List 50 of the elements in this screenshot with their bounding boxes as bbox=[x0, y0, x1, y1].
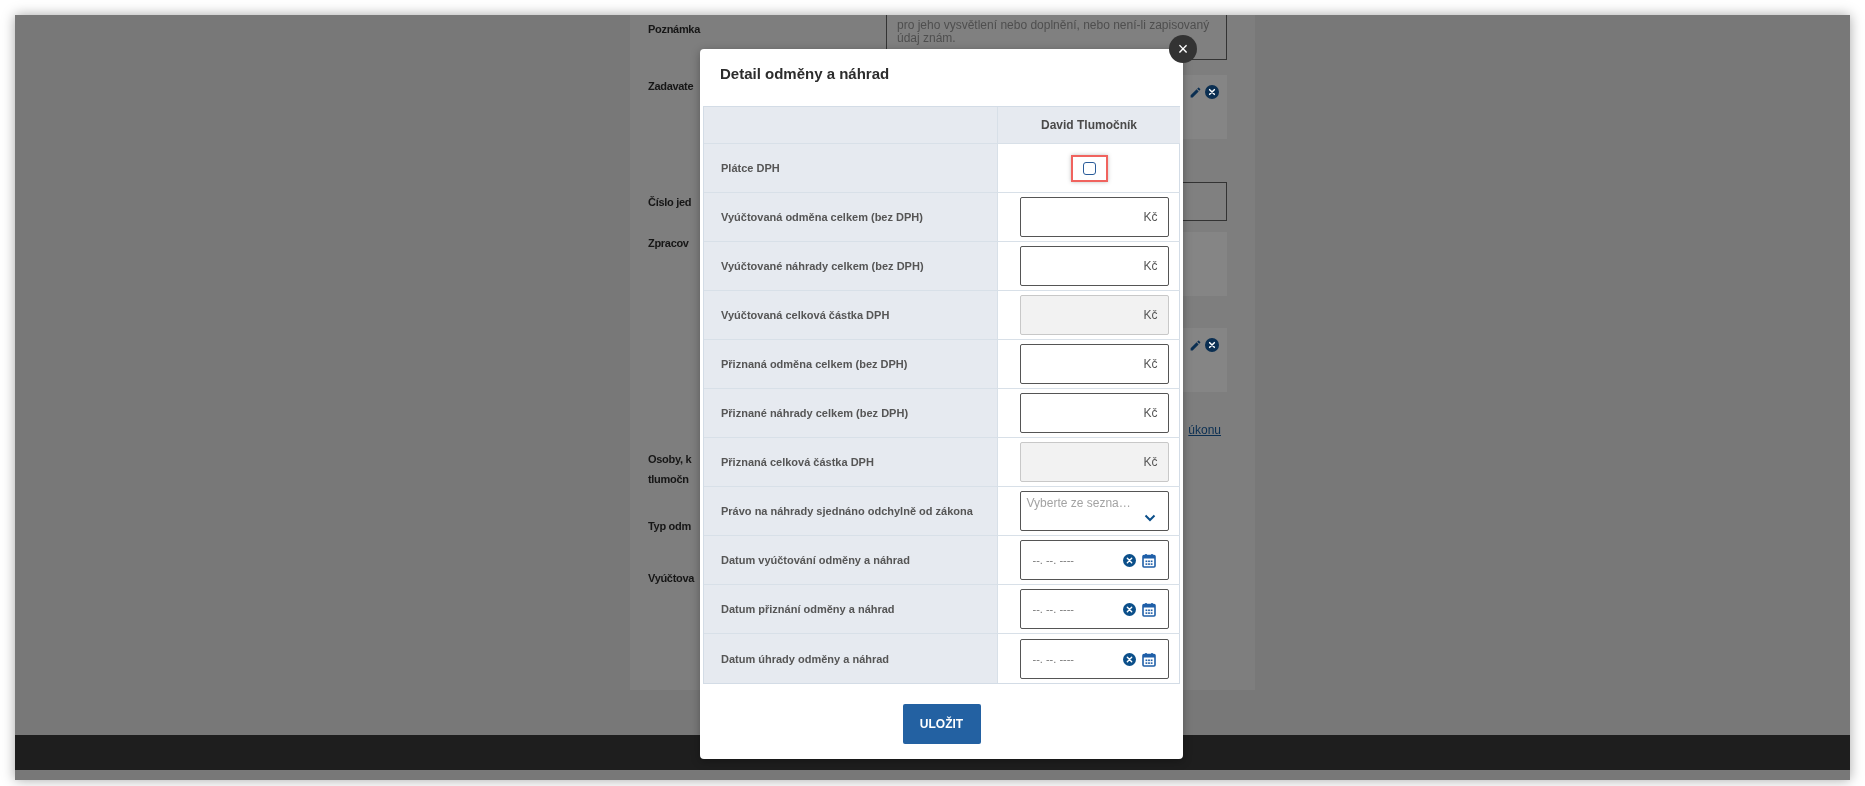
row-label: Plátce DPH bbox=[721, 162, 780, 174]
column-header: David Tlumočník bbox=[1041, 118, 1137, 132]
clear-icon[interactable] bbox=[1122, 603, 1136, 616]
chevron-down-icon bbox=[1143, 514, 1156, 522]
select-placeholder: Vyberte ze sezna… bbox=[1026, 496, 1131, 510]
remove-icon[interactable] bbox=[1205, 85, 1219, 99]
clear-icon[interactable] bbox=[1122, 652, 1136, 666]
currency-unit: Kč bbox=[1143, 455, 1158, 469]
row-label: Vyúčtovaná odměna celkem (bez DPH) bbox=[721, 211, 923, 223]
currency-unit: Kč bbox=[1143, 308, 1158, 322]
field-label: Číslo jed bbox=[648, 195, 692, 210]
currency-unit: Kč bbox=[1143, 210, 1158, 224]
modal-title: Detail odměny a náhrad bbox=[720, 65, 890, 82]
calendar-icon[interactable] bbox=[1141, 553, 1156, 568]
row-label: Přiznaná odměna celkem (bez DPH) bbox=[721, 358, 908, 370]
field-label: Vyúčtova bbox=[648, 571, 695, 586]
calendar-icon[interactable] bbox=[1141, 651, 1156, 667]
row-label: Vyúčtované náhrady celkem (bez DPH) bbox=[721, 260, 924, 272]
save-button[interactable]: ULOŽIT bbox=[902, 704, 981, 744]
row-label: Přiznaná celková částka DPH bbox=[721, 456, 874, 468]
field-label: Zadavate bbox=[648, 79, 694, 94]
currency-unit: Kč bbox=[1143, 259, 1158, 273]
currency-unit: Kč bbox=[1143, 357, 1158, 371]
date-placeholder: --. --. ---- bbox=[1032, 554, 1075, 566]
field-label: Zpracov bbox=[648, 236, 689, 251]
pencil-icon[interactable] bbox=[1189, 85, 1202, 99]
date-field[interactable]: --. --. ---- bbox=[1019, 638, 1169, 679]
date-field[interactable]: --. --. ---- bbox=[1019, 589, 1169, 629]
field-label: Osoby, k tlumočn bbox=[648, 452, 692, 487]
row-label: Právo na náhrady sjednáno odchylně od zákona bbox=[721, 505, 973, 517]
amount-field[interactable]: Kč bbox=[1019, 197, 1169, 237]
row-label: Přiznané náhrady celkem (bez DPH) bbox=[721, 407, 909, 419]
checkbox[interactable] bbox=[1082, 161, 1096, 175]
pencil-icon[interactable] bbox=[1189, 338, 1202, 352]
date-placeholder: --. --. ---- bbox=[1032, 652, 1075, 665]
row-label: Vyúčtovaná celková částka DPH bbox=[721, 309, 890, 321]
row-label: Datum vyúčtování odměny a náhrad bbox=[721, 554, 910, 566]
date-placeholder: --. --. ---- bbox=[1032, 603, 1075, 615]
remove-icon[interactable] bbox=[1205, 338, 1219, 352]
currency-unit: Kč bbox=[1143, 406, 1158, 420]
clear-icon[interactable] bbox=[1122, 554, 1136, 567]
amount-field[interactable]: Kč bbox=[1019, 393, 1169, 433]
row-label: Datum úhrady odměny a náhrad bbox=[721, 652, 890, 665]
date-field[interactable]: --. --. ---- bbox=[1019, 540, 1169, 580]
amount-field[interactable]: Kč bbox=[1019, 344, 1169, 384]
calendar-icon[interactable] bbox=[1141, 602, 1156, 617]
row-label: Datum přiznání odměny a náhrad bbox=[721, 603, 895, 615]
field-label: Poznámka bbox=[648, 22, 700, 37]
amount-field[interactable]: Kč bbox=[1019, 246, 1169, 286]
field-label: Typ odm bbox=[648, 519, 691, 534]
